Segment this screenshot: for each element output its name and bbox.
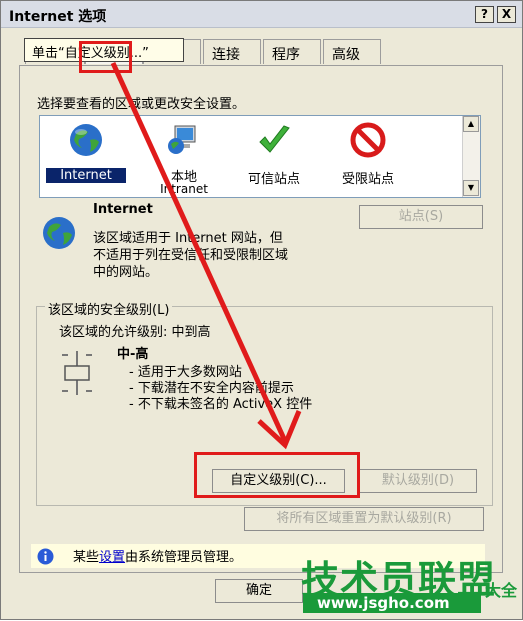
close-button[interactable]: X — [497, 6, 516, 23]
security-level-group-title: 该区域的安全级别(L) — [45, 299, 173, 318]
zone-name-line2: Intranet — [160, 182, 208, 196]
scroll-down-icon[interactable]: ▼ — [463, 180, 479, 196]
tab-connections[interactable]: 连接 — [203, 39, 261, 64]
zone-name: 可信站点 — [247, 172, 300, 187]
watermark-url: www.jsgho.com — [317, 594, 450, 612]
watermark-subtitle: 大全 — [485, 581, 518, 600]
tab-advanced[interactable]: 高级 — [323, 39, 381, 64]
info-icon — [37, 548, 54, 565]
info-text-prefix: 某些 — [73, 550, 100, 565]
sites-button[interactable]: 站点(S) — [359, 205, 483, 229]
watermark: 技术员联盟 大全 www.jsgho.com — [301, 549, 519, 615]
custom-level-highlight — [194, 452, 360, 498]
globe-icon — [70, 124, 102, 156]
zone-local-intranet[interactable]: 本地 Intranet — [144, 120, 224, 196]
ok-button[interactable]: 确定 — [215, 579, 303, 603]
zone-internet[interactable]: Internet — [46, 120, 126, 194]
internet-options-dialog: Internet 选项 ? X 常规 安全 内容 连接 程序 高级 单击“自定义… — [0, 0, 523, 620]
globe-icon — [43, 217, 75, 249]
settings-link[interactable]: 设置 — [99, 550, 125, 565]
title-bar: Internet 选项 ? X — [1, 1, 522, 28]
reset-all-zones-button[interactable]: 将所有区域重置为默认级别(R) — [244, 507, 484, 531]
zone-trusted-sites[interactable]: 可信站点 — [234, 120, 314, 194]
zone-restricted-sites[interactable]: 受限站点 — [328, 120, 408, 194]
allowed-levels-text: 该区域的允许级别: 中到高 — [59, 325, 211, 340]
zone-title: Internet — [93, 202, 153, 217]
info-text-suffix: 由系统管理员管理。 — [125, 550, 243, 565]
zone-prompt: 选择要查看的区域或更改安全设置。 — [37, 97, 246, 112]
window-title: Internet 选项 — [9, 9, 107, 25]
level-bullet: - 不下载未签名的 ActiveX 控件 — [129, 397, 313, 412]
tab-programs[interactable]: 程序 — [263, 39, 321, 64]
default-level-button[interactable]: 默认级别(D) — [359, 469, 477, 493]
check-icon — [259, 125, 290, 153]
security-tab-highlight — [79, 41, 132, 73]
zone-name: 受限站点 — [341, 172, 394, 187]
zone-list-scrollbar[interactable]: ▲ ▼ — [462, 116, 480, 197]
security-level-slider[interactable] — [56, 349, 98, 397]
help-button[interactable]: ? — [475, 6, 494, 23]
prohibited-icon — [350, 122, 386, 158]
scroll-up-icon[interactable]: ▲ — [463, 116, 479, 132]
security-level-name: 中-高 — [117, 347, 149, 362]
zone-list: Internet 本地 Intranet 可信站点 受限站点 ▲ ▼ — [39, 115, 481, 198]
zone-description-line: 中的网站。 — [93, 265, 159, 280]
computer-globe-icon — [168, 125, 196, 154]
zone-name: Internet — [46, 168, 126, 183]
watermark-url-bar: www.jsgho.com — [303, 593, 481, 613]
